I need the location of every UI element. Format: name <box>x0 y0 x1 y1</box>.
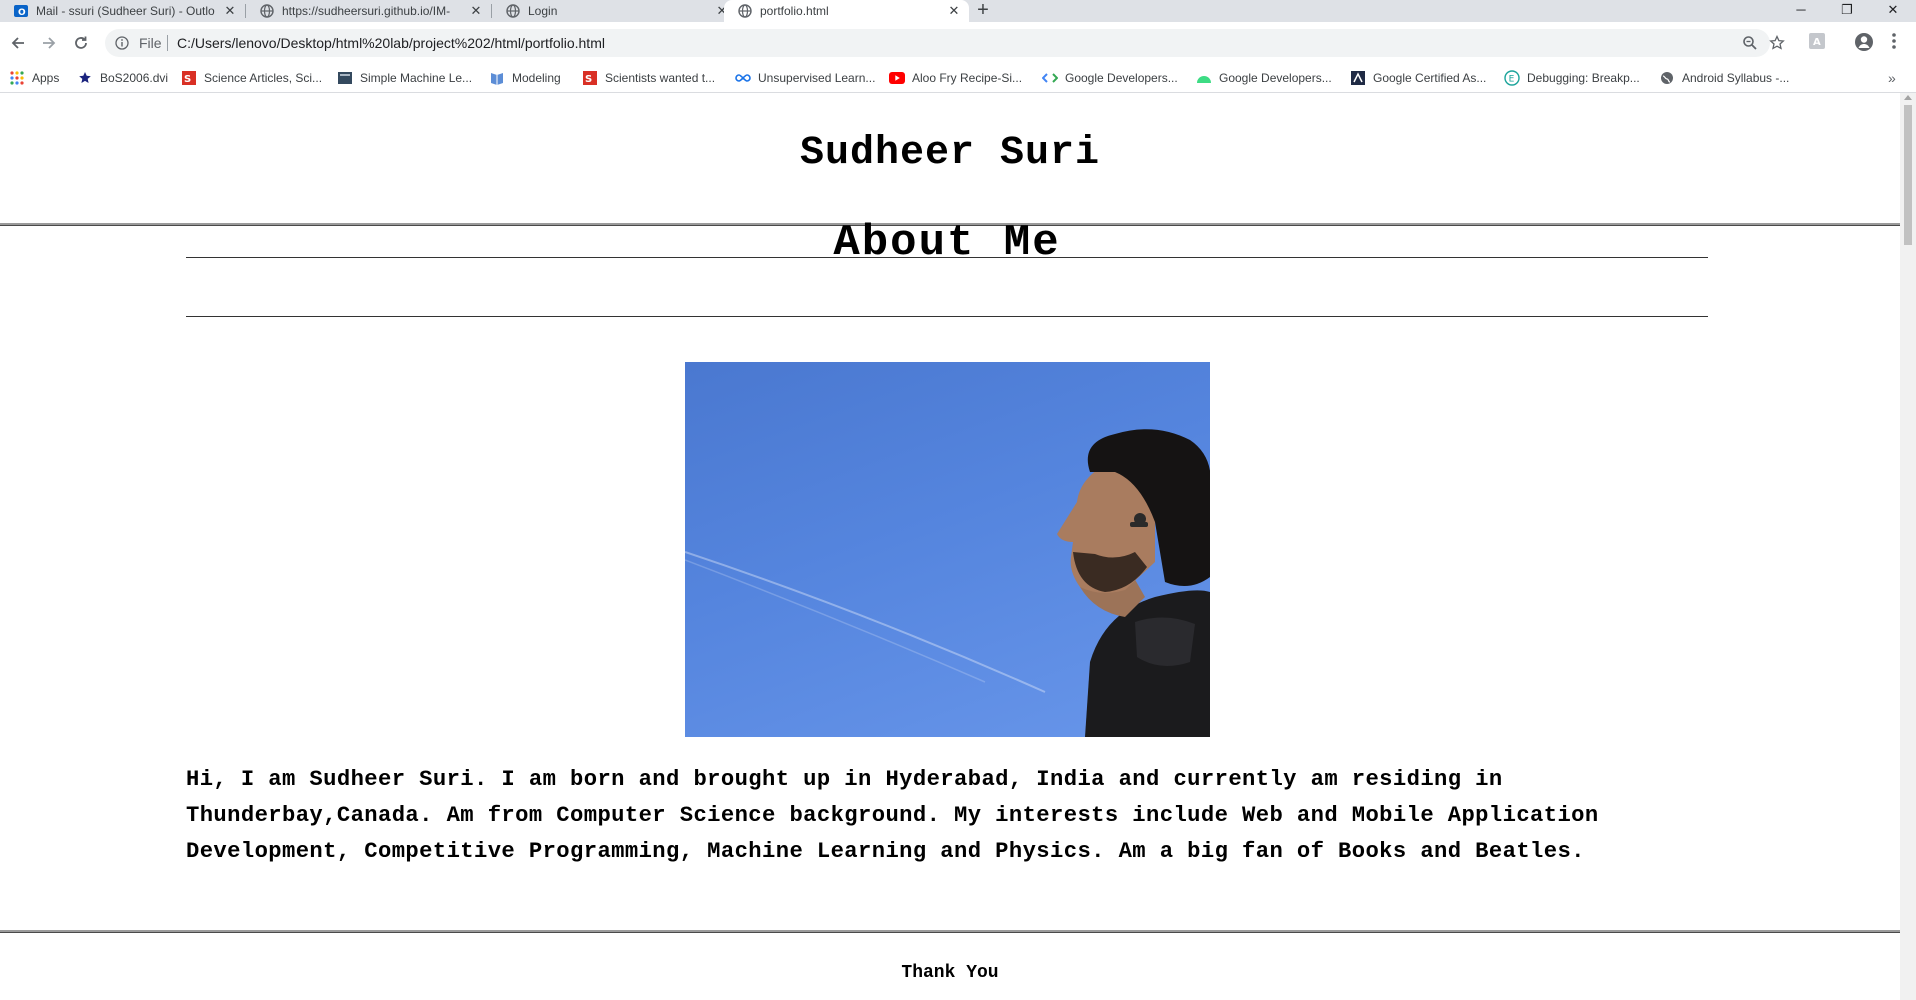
bookmark-item[interactable]: E Debugging: Breakp... <box>1504 64 1640 92</box>
minimize-icon[interactable]: ─ <box>1778 0 1824 22</box>
scroll-up-arrow-icon[interactable] <box>1904 95 1912 100</box>
tab-portfolio[interactable]: portfolio.html ✕ <box>724 0 969 22</box>
close-icon[interactable]: ✕ <box>223 3 237 19</box>
close-icon[interactable]: ✕ <box>947 3 961 19</box>
e-icon: E <box>1504 70 1520 86</box>
section-title: About Me <box>833 218 1061 268</box>
svg-text:E: E <box>1509 75 1515 85</box>
science-icon: S <box>181 70 197 86</box>
forward-icon[interactable] <box>34 22 64 64</box>
profile-photo <box>685 362 1210 737</box>
bookmark-label: Scientists wanted t... <box>605 71 716 85</box>
bookmark-label: Unsupervised Learn... <box>758 71 876 85</box>
scrollbar-thumb[interactable] <box>1904 105 1912 245</box>
bookmark-item[interactable]: Android Syllabus -... <box>1659 64 1789 92</box>
extension-icon[interactable]: A <box>1808 32 1826 55</box>
footer-divider <box>0 930 1900 933</box>
bookmark-label: Simple Machine Le... <box>360 71 473 85</box>
globe-icon <box>506 4 520 18</box>
bookmark-item[interactable]: BoS2006.dvi <box>77 64 168 92</box>
profile-avatar-icon[interactable] <box>1854 32 1874 57</box>
page-viewport: Sudheer Suri About Me Hi, I am Sudheer S… <box>0 93 1900 1000</box>
tab-github[interactable]: https://sudheersuri.github.io/IM- ✕ <box>246 0 491 22</box>
bookmark-item[interactable]: Unsupervised Learn... <box>735 64 875 92</box>
bookmark-label: Debugging: Breakp... <box>1527 71 1640 85</box>
divider <box>167 35 168 51</box>
vertical-scrollbar[interactable] <box>1900 93 1916 1000</box>
bookmark-label: BoS2006.dvi <box>100 71 169 85</box>
infinity-icon <box>735 70 751 86</box>
zoom-icon[interactable] <box>1742 35 1758 56</box>
globe-icon <box>1659 70 1675 86</box>
bookmark-item[interactable]: Aloo Fry Recipe-Si... <box>889 64 1022 92</box>
tab-login[interactable]: Login ✕ <box>492 0 737 22</box>
bookmark-label: Modeling <box>512 71 561 85</box>
reload-icon[interactable] <box>66 22 96 64</box>
page-icon <box>337 70 353 86</box>
svg-text:O: O <box>18 8 26 18</box>
bookmark-apps[interactable]: Apps <box>9 64 59 92</box>
star-icon <box>77 70 93 86</box>
tab-label: portfolio.html <box>760 4 829 18</box>
android-icon <box>1196 70 1212 86</box>
bookmark-label: Android Syllabus -... <box>1682 71 1790 85</box>
bookmark-item[interactable]: Modeling <box>489 64 561 92</box>
bookmark-label: Science Articles, Sci... <box>204 71 323 85</box>
info-icon[interactable] <box>115 36 129 55</box>
bookmark-item[interactable]: Simple Machine Le... <box>337 64 472 92</box>
bookmark-item[interactable]: Google Developers... <box>1042 64 1178 92</box>
close-icon[interactable]: ✕ <box>469 3 483 19</box>
science-icon: S <box>582 70 598 86</box>
svg-text:A: A <box>1813 37 1821 48</box>
bookmark-item[interactable]: Google Certified As... <box>1350 64 1486 92</box>
file-scheme-label: File <box>139 35 162 51</box>
badge-icon <box>1350 70 1366 86</box>
bookmarks-overflow-button[interactable]: » <box>1888 64 1896 92</box>
bookmark-label: Apps <box>32 71 60 85</box>
window-close-icon[interactable]: ✕ <box>1870 0 1916 22</box>
tab-label: Login <box>528 4 558 18</box>
browser-toolbar: File C:/Users/lenovo/Desktop/html%20lab/… <box>0 22 1916 64</box>
apps-grid-icon <box>9 70 25 86</box>
bookmark-star-icon[interactable] <box>1769 34 1785 56</box>
tab-strip: O Mail - ssuri (Sudheer Suri) - Outlo ✕ … <box>0 0 1916 22</box>
globe-icon <box>260 4 274 18</box>
restore-icon[interactable]: ❐ <box>1824 0 1870 22</box>
bookmark-label: Google Developers... <box>1065 71 1178 85</box>
section-bottom-rule <box>186 316 1708 317</box>
svg-text:S: S <box>585 74 592 85</box>
bookmark-item[interactable]: Google Developers... <box>1196 64 1332 92</box>
bookmark-label: Google Certified As... <box>1373 71 1487 85</box>
tab-label: https://sudheersuri.github.io/IM- <box>282 4 451 18</box>
outlook-icon: O <box>14 4 28 18</box>
svg-text:S: S <box>184 74 191 85</box>
back-icon[interactable] <box>3 22 33 64</box>
youtube-icon <box>889 70 905 86</box>
bio-paragraph: Hi, I am Sudheer Suri. I am born and bro… <box>186 767 1599 864</box>
footer-text: Thank You <box>901 963 999 983</box>
bookmark-label: Aloo Fry Recipe-Si... <box>912 71 1023 85</box>
tab-mail[interactable]: O Mail - ssuri (Sudheer Suri) - Outlo ✕ <box>0 0 245 22</box>
bookmark-item[interactable]: S Scientists wanted t... <box>582 64 715 92</box>
url-text[interactable]: C:/Users/lenovo/Desktop/html%20lab/proje… <box>177 35 605 51</box>
new-tab-button[interactable]: + <box>970 0 996 22</box>
site-title: Sudheer Suri <box>799 131 1101 176</box>
bookmark-label: Google Developers... <box>1219 71 1332 85</box>
book-icon <box>489 70 505 86</box>
menu-kebab-icon[interactable] <box>1891 32 1897 55</box>
globe-icon <box>738 4 752 18</box>
bookmark-item[interactable]: S Science Articles, Sci... <box>181 64 322 92</box>
tab-label: Mail - ssuri (Sudheer Suri) - Outlo <box>36 4 215 18</box>
code-icon <box>1042 70 1058 86</box>
bookmarks-bar: Apps BoS2006.dvi S Science Articles, Sci… <box>0 64 1916 93</box>
address-bar[interactable]: File C:/Users/lenovo/Desktop/html%20lab/… <box>105 29 1785 57</box>
